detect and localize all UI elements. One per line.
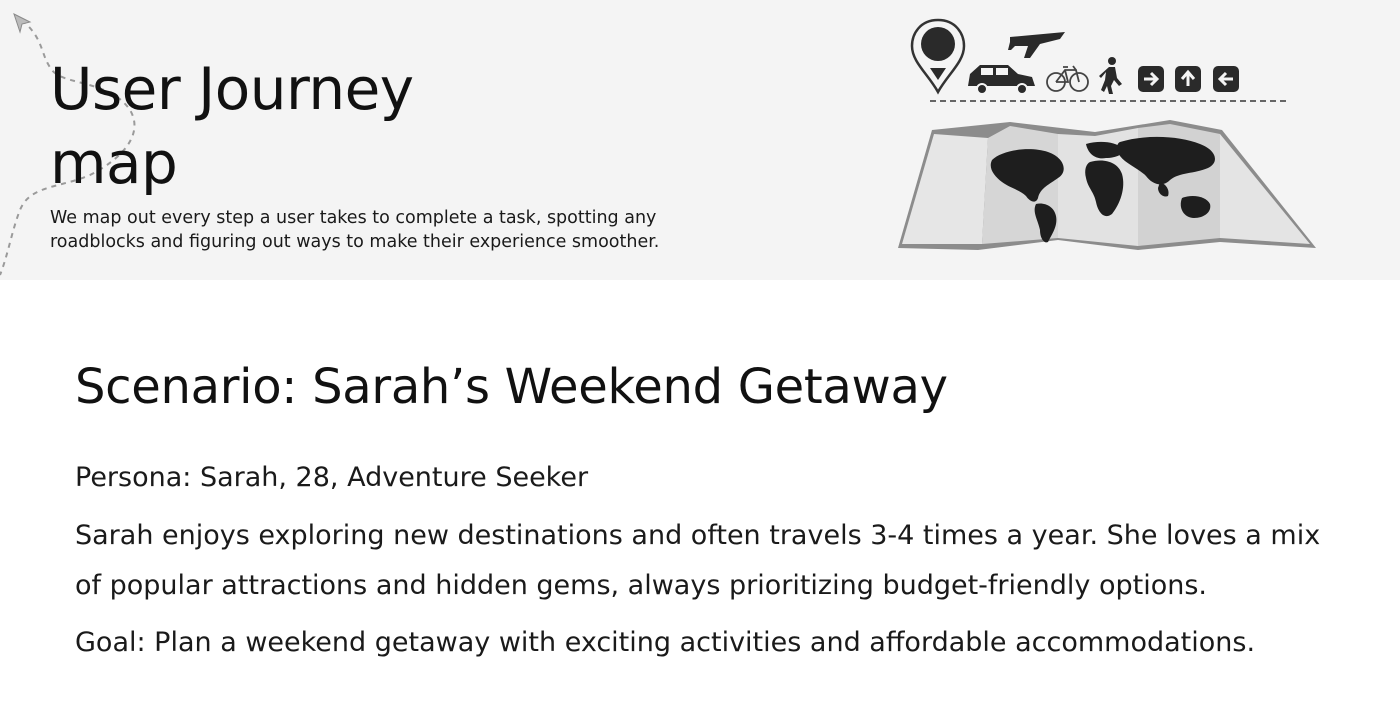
persona-description: Sarah enjoys exploring new destinations … <box>75 520 1321 601</box>
scenario-name: Sarah’s Weekend Getaway <box>297 359 948 415</box>
scenario-prefix: Scenario: <box>75 359 298 415</box>
airplane-icon <box>1008 32 1065 58</box>
world-map-icon <box>898 120 1316 250</box>
arrow-up-icon <box>1175 66 1201 92</box>
bicycle-icon <box>1046 65 1089 92</box>
scenario-title: Scenario: Sarah’s Weekend Getaway <box>75 355 1335 419</box>
map-pin-icon <box>910 18 966 95</box>
goal-label: Goal <box>75 627 137 658</box>
arrow-right-icon <box>1138 66 1164 92</box>
page-title-line1: User Journey <box>50 55 414 123</box>
goal-description: : Plan a weekend getaway with exciting a… <box>136 627 1256 658</box>
persona-text: Persona: Sarah, 28, Adventure Seeker <box>75 462 589 493</box>
car-icon <box>968 65 1035 95</box>
scenario-section: Scenario: Sarah’s Weekend Getaway Person… <box>75 355 1335 665</box>
goal-text: Goal: Plan a weekend getaway with exciti… <box>75 621 1335 665</box>
travel-illustration <box>898 18 1316 250</box>
page-subtitle: We map out every step a user takes to co… <box>50 208 660 252</box>
paper-plane-icon <box>13 13 32 34</box>
header-banner: User Journey map We map out every step a… <box>0 0 1400 280</box>
walking-person-icon <box>1099 57 1122 94</box>
page-title-line2: map <box>50 129 178 197</box>
page-title: User Journey map <box>50 52 470 200</box>
arrow-left-icon <box>1213 66 1239 92</box>
